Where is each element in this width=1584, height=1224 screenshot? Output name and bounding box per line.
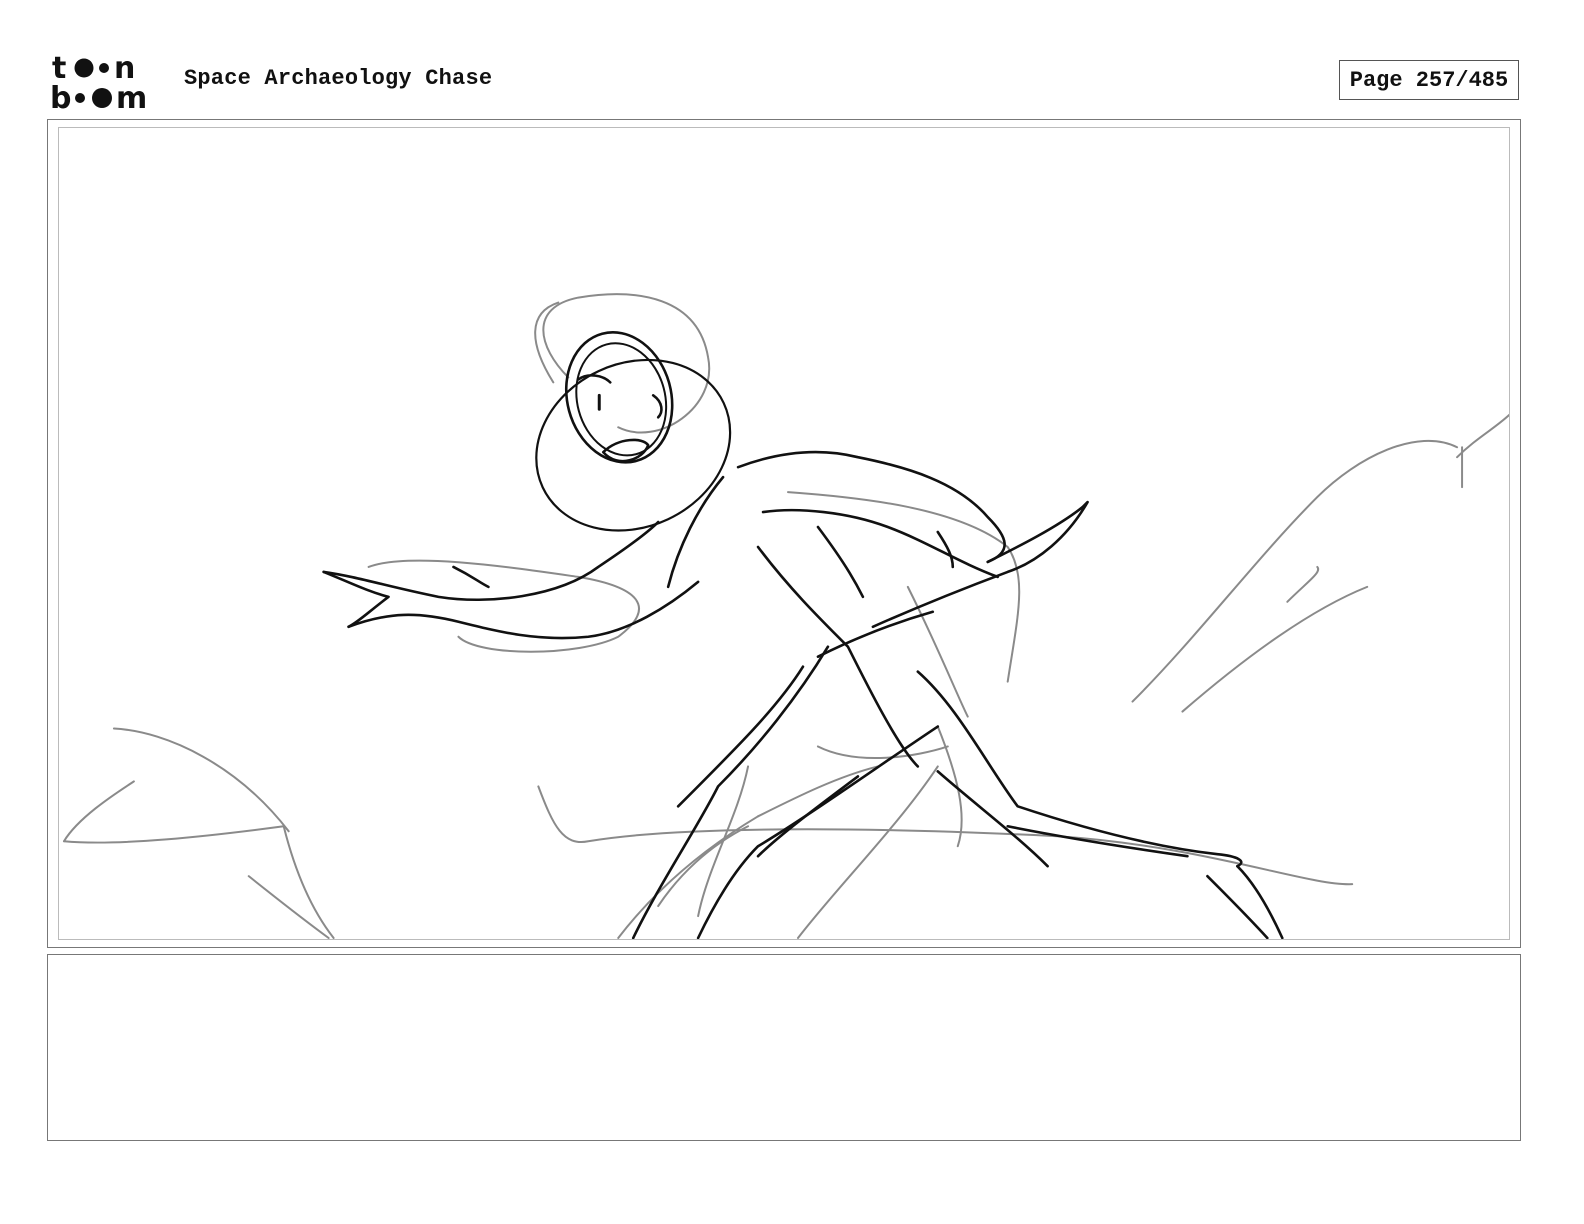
panel-sketch xyxy=(62,293,1509,939)
project-title: Space Archaeology Chase xyxy=(184,66,493,91)
page-number-label: Page 257/485 xyxy=(1349,67,1509,93)
svg-text:m: m xyxy=(116,81,147,114)
svg-text:b: b xyxy=(50,81,71,114)
toonboom-logo: t n b m xyxy=(50,50,164,116)
panel-drawing-area xyxy=(58,127,1510,940)
page-number-badge: Page 257/485 xyxy=(1339,60,1519,100)
caption-box xyxy=(47,954,1521,1141)
storyboard-panel xyxy=(47,119,1521,948)
